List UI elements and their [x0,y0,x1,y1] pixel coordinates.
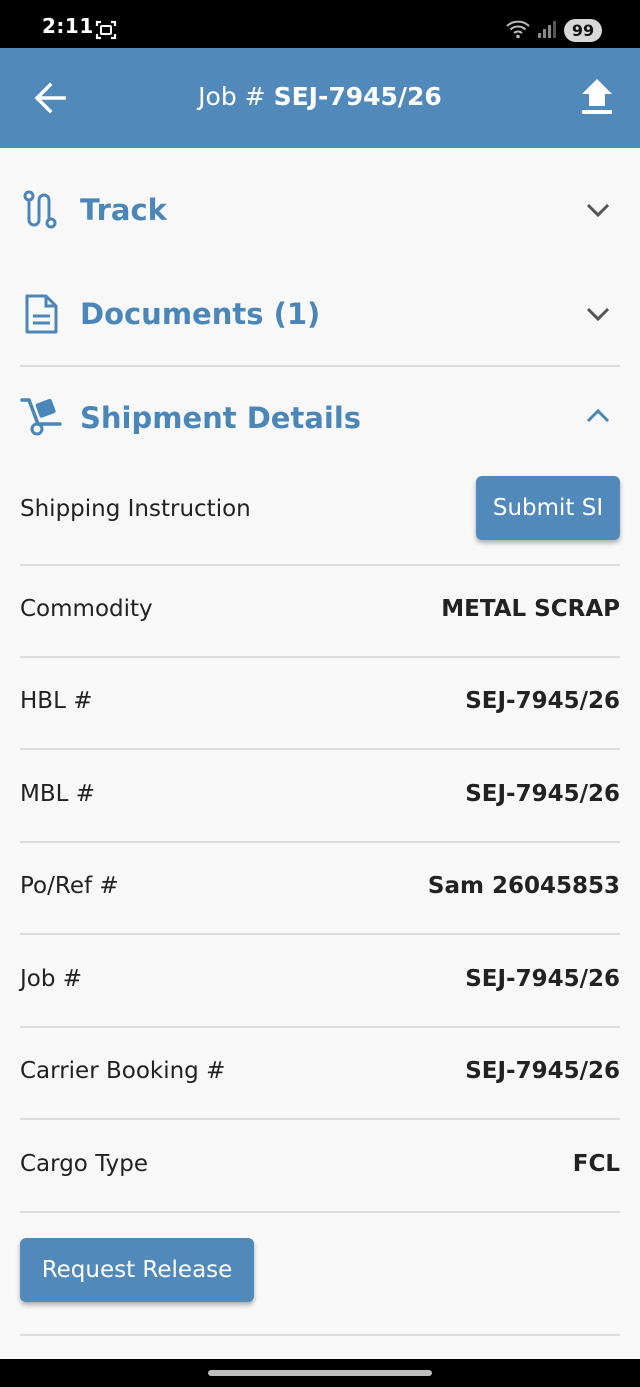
status-bar: 2:11 99 [0,0,640,48]
page-title: Job # SEJ-7945/26 [110,80,530,114]
system-navigation-bar [0,1359,640,1387]
document-icon [25,294,58,334]
detail-row-value: SEJ-7945/26 [465,688,620,714]
detail-row-po-ref: Po/Ref # Sam 26045853 [0,843,640,935]
divider [20,933,620,935]
battery-icon: 99 [564,19,602,42]
submit-si-button[interactable]: Submit SI [476,476,620,540]
chevron-down-icon[interactable] [584,300,612,328]
chevron-up-icon[interactable] [584,402,612,430]
detail-row-value: METAL SCRAP [441,596,620,622]
detail-row-label: Job # [20,966,83,992]
detail-row-mbl: MBL # SEJ-7945/26 [0,751,640,843]
wifi-icon [506,20,530,39]
section-documents-label: Documents (1) [80,297,321,331]
detail-row-commodity: Commodity METAL SCRAP [0,566,640,658]
detail-row-label: Po/Ref # [20,873,119,899]
section-track[interactable]: Track [0,158,640,262]
app-bar: Job # SEJ-7945/26 [0,48,640,148]
divider [20,1118,620,1120]
detail-row-label: HBL # [20,688,93,714]
upload-icon[interactable] [580,78,614,116]
status-time: 2:11 [42,14,94,38]
detail-row-carrier-booking: Carrier Booking # SEJ-7945/26 [0,1028,640,1120]
section-track-label: Track [80,193,167,227]
route-icon [23,190,57,229]
shipping-instruction-label: Shipping Instruction [20,496,251,522]
section-shipment-details-label: Shipment Details [80,401,362,435]
detail-row-value: SEJ-7945/26 [465,781,620,807]
detail-row-label: Cargo Type [20,1151,149,1177]
request-release-button[interactable]: Request Release [20,1238,254,1302]
detail-row-hbl: HBL # SEJ-7945/26 [0,658,640,750]
divider [20,1211,620,1213]
detail-row-label: Commodity [20,596,153,622]
home-gesture-handle[interactable] [208,1370,432,1376]
detail-row-job: Job # SEJ-7945/26 [0,936,640,1028]
detail-row-value: Sam 26045853 [427,873,620,899]
detail-row-value: FCL [572,1151,620,1177]
detail-row-label: Carrier Booking # [20,1058,226,1084]
divider [20,748,620,750]
detail-row-label: MBL # [20,781,96,807]
back-arrow-icon[interactable] [32,80,68,116]
hand-truck-icon [20,398,62,436]
screenshot-icon [95,20,117,40]
chevron-down-icon[interactable] [584,196,612,224]
page-title-job-number: SEJ-7945/26 [273,82,442,111]
signal-icon [538,21,556,38]
section-shipment-details[interactable]: Shipment Details [0,366,640,470]
section-documents[interactable]: Documents (1) [0,262,640,366]
detail-row-value: SEJ-7945/26 [465,1058,620,1084]
detail-row-cargo-type: Cargo Type FCL [0,1121,640,1213]
page-title-prefix: Job # [198,82,274,111]
divider [20,1334,620,1336]
detail-row-value: SEJ-7945/26 [465,966,620,992]
